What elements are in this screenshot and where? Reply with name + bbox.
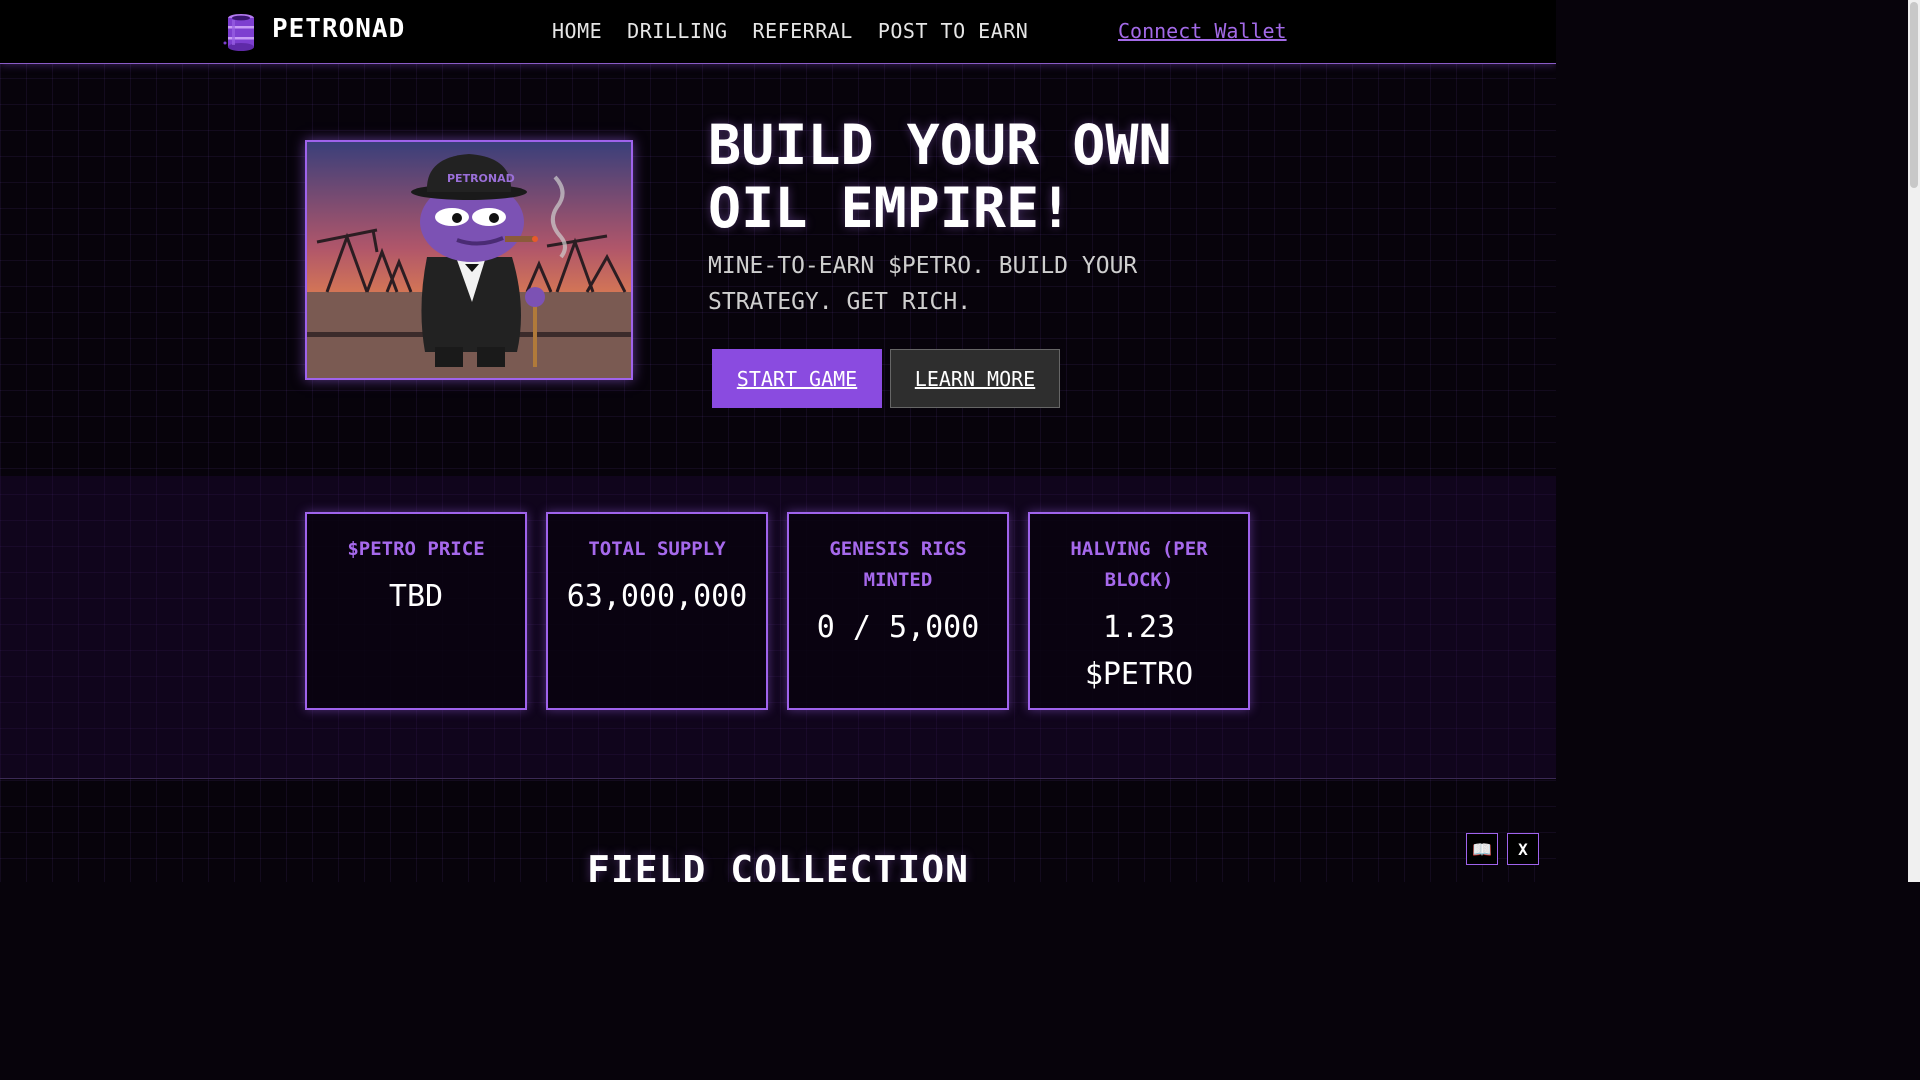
hero-hat-text: PETRONAD bbox=[447, 172, 515, 185]
hero-pepe-oil-image: PETRONAD bbox=[305, 140, 633, 380]
stat-label: GENESIS RIGS MINTED bbox=[829, 538, 967, 591]
stat-card-total-supply: TOTAL SUPPLY 63,000,000 bbox=[546, 512, 768, 710]
nav-links: HOME DRILLING REFERRAL POST TO EARN bbox=[552, 19, 1028, 43]
scrollbar-thumb[interactable] bbox=[1910, 2, 1918, 188]
oil-barrel-logo-icon[interactable] bbox=[222, 13, 258, 51]
stat-value: 0 / 5,000 bbox=[816, 610, 980, 645]
stats-band bbox=[0, 476, 1556, 779]
stat-card-genesis-rigs: GENESIS RIGS MINTED 0 / 5,000 bbox=[787, 512, 1009, 710]
stat-card-petro-price: $PETRO PRICE TBD bbox=[305, 512, 527, 710]
stat-value: TBD bbox=[388, 579, 444, 614]
connect-wallet-link[interactable]: Connect Wallet bbox=[1118, 19, 1287, 43]
nav-referral-link[interactable]: REFERRAL bbox=[753, 19, 853, 43]
logo-text[interactable]: PETRONAD bbox=[272, 14, 405, 44]
stat-label: HALVING (PER BLOCK) bbox=[1070, 538, 1208, 591]
stat-label: TOTAL SUPPLY bbox=[588, 538, 726, 560]
stat-value: 63,000,000 bbox=[566, 579, 748, 614]
stat-value: 1.23 $PETRO bbox=[1084, 610, 1194, 692]
nav-drilling-link[interactable]: DRILLING bbox=[627, 19, 727, 43]
hero-illustration: PETRONAD bbox=[307, 142, 631, 378]
field-collection-title: FIELD COLLECTION bbox=[586, 848, 970, 882]
page: PETRONAD HOME DRILLING REFERRAL POST TO … bbox=[0, 0, 1556, 882]
docs-book-icon[interactable]: 📖 bbox=[1466, 833, 1498, 865]
nav-post-to-earn-link[interactable]: POST TO EARN bbox=[878, 19, 1029, 43]
scrollbar[interactable] bbox=[1908, 0, 1920, 882]
nav-home-link[interactable]: HOME bbox=[552, 19, 602, 43]
stat-card-halving: HALVING (PER BLOCK) 1.23 $PETRO bbox=[1028, 512, 1250, 710]
stat-label: $PETRO PRICE bbox=[347, 538, 485, 560]
top-nav: PETRONAD HOME DRILLING REFERRAL POST TO … bbox=[0, 0, 1556, 64]
x-social-button[interactable]: X bbox=[1507, 833, 1539, 865]
hero-subtitle: MINE-TO-EARN $PETRO. BUILD YOUR STRATEGY… bbox=[708, 253, 1138, 315]
hero-title: BUILD YOUR OWN OIL EMPIRE! bbox=[708, 113, 1172, 240]
start-game-button[interactable]: START GAME bbox=[712, 349, 882, 408]
learn-more-button[interactable]: LEARN MORE bbox=[890, 349, 1060, 408]
